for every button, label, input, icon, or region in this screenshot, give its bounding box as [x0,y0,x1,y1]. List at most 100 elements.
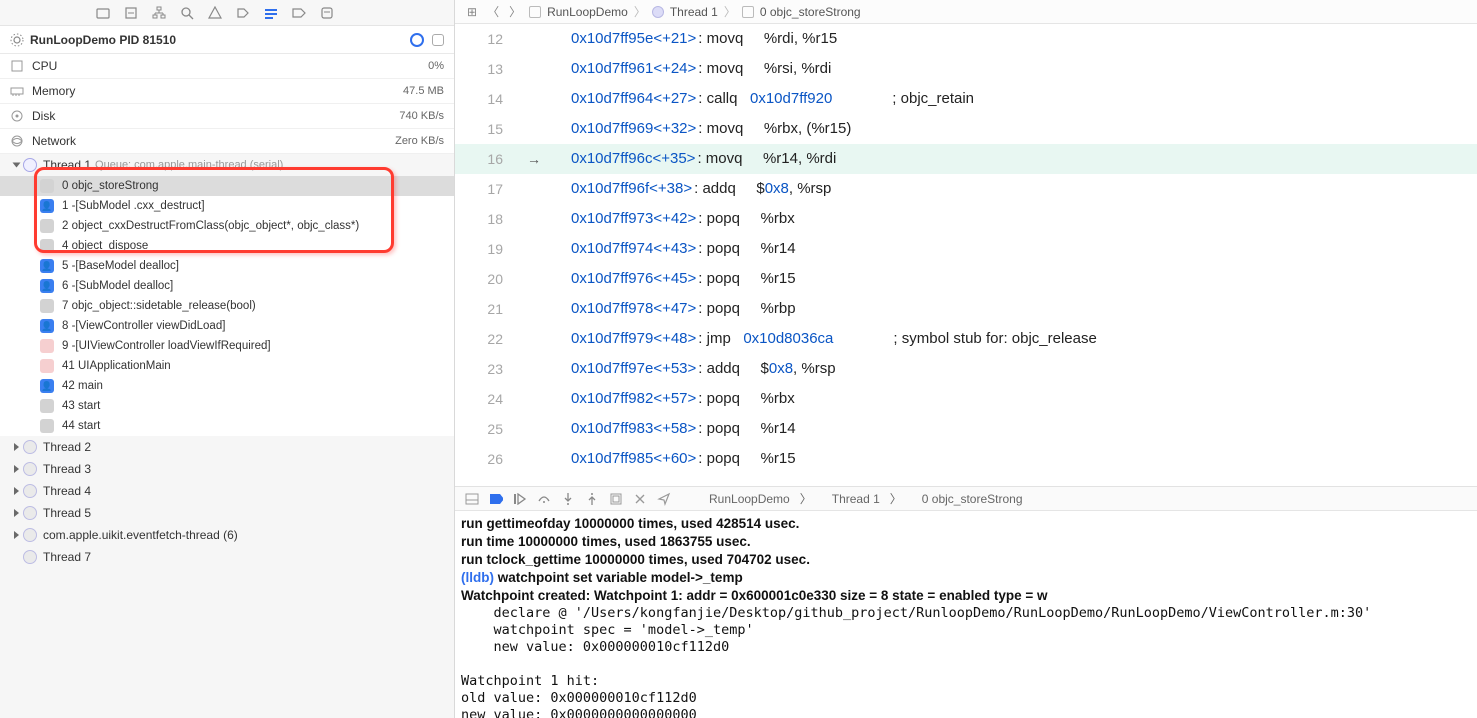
frame-kind-icon [40,399,54,413]
asm-line-24[interactable]: 240x10d7ff982 <+57>: popq %rbx [455,384,1477,414]
frame-kind-icon [40,299,54,313]
metric-value: Zero KB/s [395,135,444,147]
debug-nav-icon[interactable] [264,6,278,20]
stack-frame-44[interactable]: 44 start [0,416,454,436]
thread-row[interactable]: com.apple.uikit.eventfetch-thread (6) [0,524,454,546]
thread-row[interactable]: Thread 5 [0,502,454,524]
stack-frame-1[interactable]: 👤1 -[SubModel .cxx_destruct] [0,196,454,216]
stack-frame-41[interactable]: 41 UIApplicationMain [0,356,454,376]
memory-debug-icon[interactable] [633,492,647,506]
asm-line-22[interactable]: 220x10d7ff979 <+48>: jmp 0x10d8036ca; sy… [455,324,1477,354]
thread-label: Thread 1 [43,158,91,172]
metric-label: CPU [32,59,428,73]
stack-frame-43[interactable]: 43 start [0,396,454,416]
tag-icon[interactable] [236,6,250,20]
asm-line-25[interactable]: 250x10d7ff983 <+58>: popq %r14 [455,414,1477,444]
line-number: 15 [467,114,527,144]
thread-label: com.apple.uikit.eventfetch-thread (6) [43,528,238,542]
disclosure-triangle-icon[interactable] [14,443,19,451]
asm-line-17[interactable]: 170x10d7ff96f <+38>: addq $0x8, %rsp [455,174,1477,204]
metric-value: 47.5 MB [403,85,444,97]
asm-line-14[interactable]: 140x10d7ff964 <+27>: callq 0x10d7ff920; … [455,84,1477,114]
thread-icon [23,506,37,520]
stack-frame-2[interactable]: 2 object_cxxDestructFromClass(objc_objec… [0,216,454,236]
metric-network[interactable]: Network Zero KB/s [0,129,454,154]
memory-graph-icon[interactable] [432,34,444,46]
asm-line-18[interactable]: 180x10d7ff973 <+42>: popq %rbx [455,204,1477,234]
asm-line-20[interactable]: 200x10d7ff976 <+45>: popq %r15 [455,264,1477,294]
asm-line-23[interactable]: 230x10d7ff97e <+53>: addq $0x8, %rsp [455,354,1477,384]
frame-kind-icon [40,179,54,193]
hierarchy-icon[interactable] [152,6,166,20]
frame-label: 6 -[SubModel dealloc] [62,280,173,292]
stack-frame-6[interactable]: 👤6 -[SubModel dealloc] [0,276,454,296]
hide-debug-icon[interactable] [465,492,479,506]
breakpoints-toggle-icon[interactable] [489,492,503,506]
stack-frame-8[interactable]: 👤8 -[ViewController viewDidLoad] [0,316,454,336]
crumb-project[interactable]: RunLoopDemo [547,5,628,19]
stack-frame-9[interactable]: 9 -[UIViewController loadViewIfRequired] [0,336,454,356]
thread-1-header[interactable]: Thread 1 Queue: com.apple.main-thread (s… [0,154,454,176]
asm-line-16[interactable]: 16→0x10d7ff96c <+35>: movq %r14, %rdi [455,144,1477,174]
thread-row[interactable]: Thread 4 [0,480,454,502]
step-over-icon[interactable] [537,492,551,506]
frame-label: 1 -[SubModel .cxx_destruct] [62,200,205,212]
thread-row[interactable]: Thread 2 [0,436,454,458]
asm-line-15[interactable]: 150x10d7ff969 <+32>: movq %rbx, (%r15) [455,114,1477,144]
report-icon[interactable] [320,6,334,20]
related-items-icon[interactable]: ⊞ [465,5,479,19]
back-button[interactable]: 〈 [485,3,501,20]
location-icon[interactable] [657,492,671,506]
thread-sublabel: Queue: com.apple.main-thread (serial) [95,159,283,171]
frame-label: 44 start [62,420,100,432]
stack-frame-42[interactable]: 👤42 main [0,376,454,396]
box-icon[interactable] [124,6,138,20]
metric-disk[interactable]: Disk 740 KB/s [0,104,454,129]
line-number: 17 [467,174,527,204]
disclosure-triangle-icon[interactable] [13,163,21,168]
continue-icon[interactable] [513,492,527,506]
debug-area: RunLoopDemo〉 Thread 1〉 0 objc_storeStron… [455,486,1477,718]
stack-frame-5[interactable]: 👤5 -[BaseModel dealloc] [0,256,454,276]
process-header[interactable]: RunLoopDemo PID 81510 [0,26,454,54]
search-icon[interactable] [180,6,194,20]
line-number: 21 [467,294,527,324]
record-icon[interactable] [410,33,424,47]
disassembly-view[interactable]: 120x10d7ff95e <+21>: movq %rdi, %r15130x… [455,24,1477,486]
asm-line-26[interactable]: 260x10d7ff985 <+60>: popq %r15 [455,444,1477,474]
line-number: 16 [467,144,527,174]
dbg-crumb-frame[interactable]: 0 objc_storeStrong [922,492,1023,506]
breakpoint-nav-icon[interactable] [292,6,306,20]
disclosure-triangle-icon[interactable] [14,487,19,495]
frame-label: 7 objc_object::sidetable_release(bool) [62,300,256,312]
thread-row[interactable]: Thread 7 [0,546,454,568]
asm-line-19[interactable]: 190x10d7ff974 <+43>: popq %r14 [455,234,1477,264]
lldb-console[interactable]: run gettimeofday 10000000 times, used 42… [455,511,1477,718]
editor-area: ⊞ 〈 〉 RunLoopDemo〉 Thread 1〉 0 objc_stor… [455,0,1477,718]
left-toolbar [0,0,454,26]
metric-cpu[interactable]: CPU 0% [0,54,454,79]
frame-label: 43 start [62,400,100,412]
warning-icon[interactable] [208,6,222,20]
stack-frame-4[interactable]: 4 object_dispose [0,236,454,256]
forward-button[interactable]: 〉 [507,3,523,20]
cpu-icon [10,59,24,73]
crumb-thread[interactable]: Thread 1 [670,5,718,19]
dbg-crumb-project[interactable]: RunLoopDemo [709,492,790,506]
step-out-icon[interactable] [585,492,599,506]
disclosure-triangle-icon[interactable] [14,531,19,539]
asm-line-13[interactable]: 130x10d7ff961 <+24>: movq %rsi, %rdi [455,54,1477,84]
disclosure-triangle-icon[interactable] [14,465,19,473]
folder-icon[interactable] [96,6,110,20]
dbg-crumb-thread[interactable]: Thread 1 [832,492,880,506]
view-debug-icon[interactable] [609,492,623,506]
disclosure-triangle-icon[interactable] [14,509,19,517]
crumb-frame[interactable]: 0 objc_storeStrong [760,5,861,19]
asm-line-12[interactable]: 120x10d7ff95e <+21>: movq %rdi, %r15 [455,24,1477,54]
step-into-icon[interactable] [561,492,575,506]
thread-row[interactable]: Thread 3 [0,458,454,480]
stack-frame-7[interactable]: 7 objc_object::sidetable_release(bool) [0,296,454,316]
stack-frame-0[interactable]: 0 objc_storeStrong [0,176,454,196]
asm-line-21[interactable]: 210x10d7ff978 <+47>: popq %rbp [455,294,1477,324]
metric-memory[interactable]: Memory 47.5 MB [0,79,454,104]
